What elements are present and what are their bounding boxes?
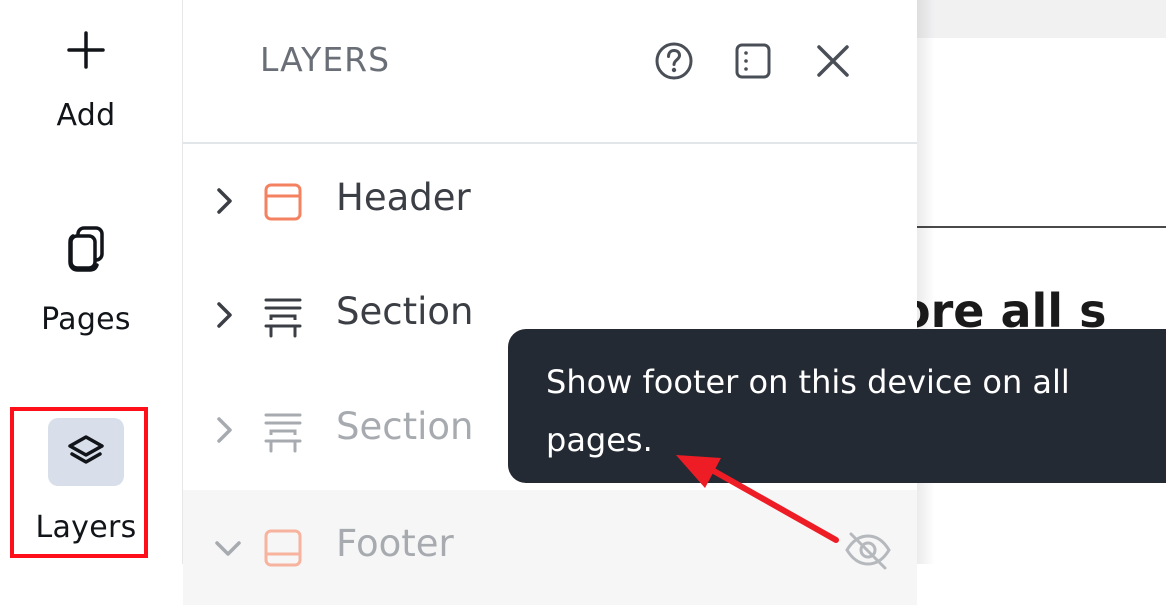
footer-icon — [264, 529, 302, 567]
chevron-right-icon[interactable] — [213, 413, 237, 447]
chevron-right-icon[interactable] — [213, 184, 237, 218]
chevron-right-icon[interactable] — [213, 298, 237, 332]
left-rail: Add Pages Layers — [0, 0, 183, 564]
pages-button[interactable]: Pages — [0, 224, 172, 337]
help-button[interactable] — [653, 40, 695, 82]
layer-row-header[interactable]: Header — [183, 144, 917, 259]
section-icon — [264, 413, 302, 453]
layer-label: Section — [336, 290, 474, 333]
tooltip-text: Show footer on this device on all pages. — [546, 363, 1070, 459]
close-button[interactable] — [812, 40, 854, 82]
header-icon — [264, 183, 302, 221]
panel-toggle-icon — [735, 43, 771, 79]
help-icon — [655, 42, 693, 80]
layers-highlight-box — [10, 407, 148, 558]
panel-title: LAYERS — [260, 40, 391, 79]
add-label: Add — [56, 98, 116, 133]
section-icon — [264, 298, 302, 338]
tooltip: Show footer on this device on all pages. — [508, 329, 1166, 483]
layer-label: Section — [336, 405, 474, 448]
canvas-divider — [917, 226, 1166, 228]
layer-row-footer[interactable]: Footer — [183, 490, 917, 605]
plus-icon — [67, 31, 105, 69]
layer-label: Footer — [336, 522, 454, 565]
panel-toggle-button[interactable] — [732, 40, 774, 82]
close-icon — [817, 45, 849, 77]
pages-label: Pages — [41, 302, 131, 337]
canvas-topbar — [917, 0, 1166, 38]
layer-label: Header — [336, 176, 471, 219]
chevron-down-icon[interactable] — [211, 534, 245, 564]
pages-icon — [68, 226, 104, 272]
add-button[interactable]: Add — [0, 30, 172, 133]
eye-off-icon[interactable] — [843, 530, 893, 570]
panel-header: LAYERS — [183, 0, 917, 144]
